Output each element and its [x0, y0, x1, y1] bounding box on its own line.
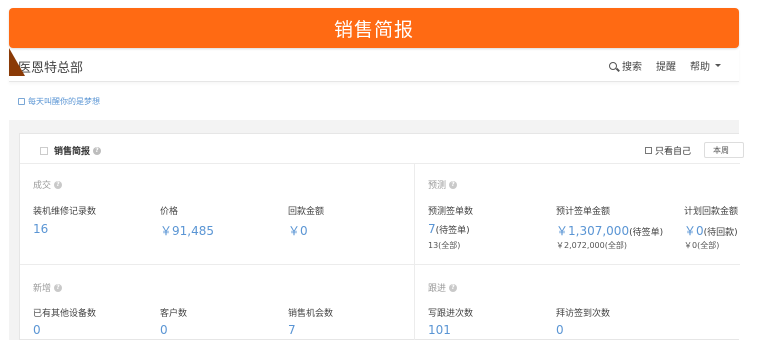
top-navbar: 医恩特总部 搜索 提醒 帮助: [9, 48, 739, 82]
only-mine-checkbox[interactable]: 只看自己: [645, 144, 691, 157]
stat-value[interactable]: 101: [428, 323, 451, 337]
section-deal-label: 成交: [33, 181, 52, 191]
help-icon[interactable]: ?: [54, 180, 63, 189]
help-icon[interactable]: ?: [93, 146, 102, 155]
stat-value-note: (待签单): [629, 228, 664, 238]
stat-label: 写跟进次数: [428, 309, 474, 319]
stat-value[interactable]: ￥1,307,000(待签单): [556, 222, 663, 239]
stat-value[interactable]: 7: [288, 323, 296, 337]
stat-value-number: 7: [428, 222, 436, 236]
section-new-label: 新增: [33, 284, 52, 294]
stat-sub: ￥0(全部): [684, 241, 720, 250]
stat-label: 拜访签到次数: [556, 309, 611, 319]
stat-label: 已有其他设备数: [33, 309, 97, 319]
stat-label: 预测签单数: [428, 207, 474, 217]
help-label: 帮助: [690, 62, 710, 73]
stat-sub: 13(全部): [428, 241, 461, 250]
tip-bar: 每天叫醒你的是梦想: [9, 90, 739, 112]
period-select[interactable]: 本周: [704, 142, 744, 158]
report-icon: [40, 146, 48, 155]
checkbox-icon: [645, 147, 652, 154]
remind-button[interactable]: 提醒: [656, 58, 676, 73]
stat-label: 回款金额: [288, 207, 325, 217]
search-label: 搜索: [622, 62, 642, 73]
stat-label: 客户数: [160, 309, 188, 319]
banner-title: 销售简报: [333, 18, 414, 41]
stat-value-note: (待签单): [435, 226, 470, 236]
stat-value-note: (待回款): [703, 228, 738, 238]
stat-value[interactable]: ￥0: [288, 222, 308, 239]
stat-label: 装机维修记录数: [33, 207, 97, 217]
search-button[interactable]: 搜索: [609, 58, 642, 73]
section-new-title: 新增 ?: [33, 281, 63, 294]
sales-report-panel: 销售简报 ? 只看自己 本周 成交 ? 装机维修记录数 16 价格 ￥91,48…: [19, 133, 744, 340]
report-banner: 销售简报: [9, 8, 739, 48]
top-nav: 搜索 提醒 帮助: [609, 58, 721, 73]
stat-value-number: ￥0: [684, 224, 704, 238]
panel-title-text: 销售简报: [54, 147, 91, 157]
stat-value[interactable]: ￥0(待回款): [684, 222, 738, 239]
section-forecast-label: 预测: [428, 181, 447, 191]
stat-label: 价格: [160, 207, 179, 217]
stat-value[interactable]: 7(待签单): [428, 222, 470, 236]
stat-value[interactable]: 0: [33, 323, 41, 337]
stat-value[interactable]: 0: [556, 323, 564, 337]
motto-link[interactable]: 每天叫醒你的是梦想: [28, 96, 100, 107]
chevron-down-icon: [715, 64, 721, 67]
stat-label: 计划回款金额: [684, 207, 739, 217]
section-forecast-title: 预测 ?: [428, 178, 458, 191]
only-mine-label: 只看自己: [655, 147, 692, 157]
panel-header: 销售简报 ? 只看自己 本周: [20, 134, 744, 164]
remind-label: 提醒: [656, 62, 676, 73]
row-divider: [20, 264, 740, 265]
column-divider: [414, 164, 415, 340]
stat-value[interactable]: 16: [33, 222, 48, 236]
help-icon[interactable]: ?: [449, 180, 458, 189]
stat-value[interactable]: 0: [160, 323, 168, 337]
company-name: 医恩特总部: [18, 61, 84, 76]
panel-title: 销售简报 ?: [40, 144, 102, 157]
stat-label: 预计签单金额: [556, 207, 611, 217]
stat-sub: ￥2,072,000(全部): [556, 241, 627, 250]
help-icon[interactable]: ?: [449, 283, 458, 292]
section-deal-title: 成交 ?: [33, 178, 63, 191]
section-follow-title: 跟进 ?: [428, 281, 458, 294]
section-follow-label: 跟进: [428, 284, 447, 294]
thumbs-up-icon: [18, 97, 25, 105]
stat-label: 销售机会数: [288, 309, 334, 319]
stat-value[interactable]: ￥91,485: [160, 222, 214, 239]
search-icon: [609, 61, 617, 70]
stat-value-number: ￥1,307,000: [556, 224, 630, 238]
help-icon[interactable]: ?: [54, 283, 63, 292]
banner-fold-decoration: [9, 48, 25, 76]
help-dropdown[interactable]: 帮助: [690, 58, 721, 73]
